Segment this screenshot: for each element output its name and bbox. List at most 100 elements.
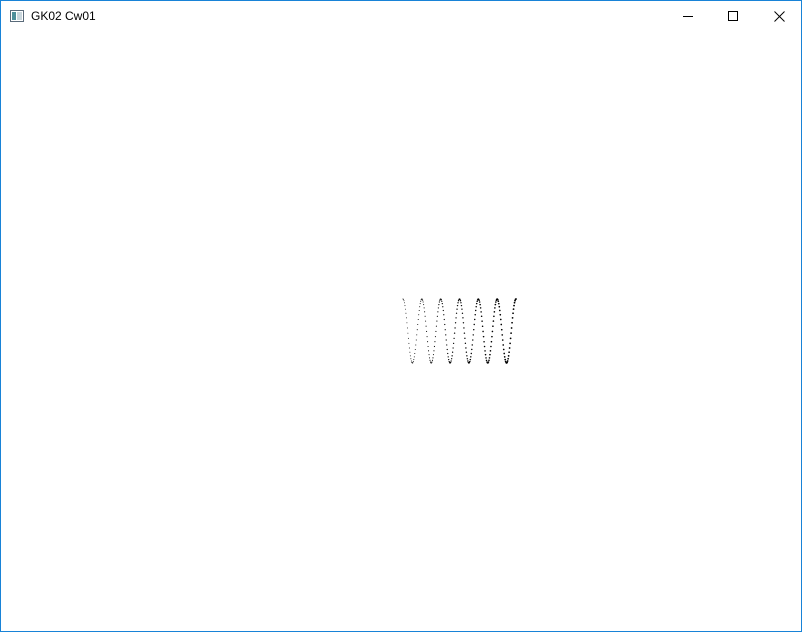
curve-point [443,314,445,316]
curve-point [483,345,486,348]
curve-point [434,336,437,338]
curve-point [461,308,463,310]
curve-point [447,356,449,358]
curve-point [488,357,491,359]
curve-point [461,312,464,314]
curve-point [473,318,476,321]
title-bar[interactable]: GK02 Cw01 [1,1,801,31]
curve-point [497,302,500,305]
curve-point [494,307,496,309]
curve-point [406,322,408,324]
curve-point [428,350,430,352]
curve-point [451,358,453,360]
curve-point [446,348,448,351]
curve-point [462,322,465,324]
curve-point [510,332,512,335]
curve-point [489,353,491,356]
curve-point [435,330,437,333]
curve-point [432,357,434,359]
curve-point [465,347,467,349]
curve-point [471,344,473,346]
curve-point [464,342,467,345]
curve-point [455,317,457,319]
curve-point [455,312,458,314]
curve-point [490,345,492,348]
curve-point [419,303,421,305]
curve-point [450,361,452,364]
curve-point [436,320,438,322]
curve-point [484,350,486,352]
curve-point [414,352,416,354]
curve-point [494,303,497,306]
curve-point [475,306,477,308]
curve-point [493,311,496,313]
curve-point [485,359,488,362]
curve-point [453,332,456,334]
curve-point [499,313,502,316]
curve-point [424,311,426,313]
curve-point [474,309,477,312]
curve-point [422,301,424,303]
curve-point [426,336,428,338]
curve-point [410,358,412,360]
curve-point [470,356,472,358]
curve-point [408,342,410,344]
curve-point [489,350,492,352]
curve-point [426,330,428,332]
window-title: GK02 Cw01 [31,9,96,23]
curve-point [463,332,466,334]
curve-point [490,340,493,343]
curve-point [454,322,457,324]
curve-point [503,356,506,358]
curve-point [460,302,462,304]
maximize-button[interactable] [710,1,756,31]
curve-point [491,335,493,338]
curve-point [472,334,474,336]
curve-point [500,323,503,326]
curve-point [429,359,431,361]
curve-point [473,328,475,331]
curve-point [417,323,419,325]
curve-point [501,339,504,341]
curve-point [469,360,471,363]
minimize-icon [683,16,693,17]
curve-point [437,311,439,313]
curve-point [503,352,506,355]
curve-point [459,298,461,301]
curve-point [482,335,485,338]
curve-point [487,361,490,363]
curve-point [444,323,446,326]
curve-point [498,305,501,308]
curve-point [437,307,439,309]
curve-point [418,309,420,311]
curve-point [482,330,484,333]
curve-point [502,344,505,346]
curve-point [441,300,443,302]
curve-point [511,316,514,319]
curve-point [456,304,459,307]
curve-point [409,351,411,353]
curve-point [492,320,495,322]
curve-point [453,337,455,340]
curve-point [403,300,405,302]
curve-point [463,327,465,329]
curve-point [441,303,443,305]
curve-point [479,303,481,306]
curve-point [512,312,514,315]
curve-point [425,325,427,327]
curve-point [510,327,513,329]
minimize-button[interactable] [665,1,711,31]
app-window: GK02 Cw01 [0,0,802,632]
curve-point [413,356,415,358]
curve-point [432,354,435,356]
curve-point [466,358,469,360]
curve-point [479,307,482,309]
close-button[interactable] [756,1,801,31]
curve-point [454,327,456,329]
curve-point [427,341,429,343]
curve-point [403,298,404,300]
client-area[interactable] [1,31,801,631]
curve-point [502,348,505,351]
curve-point [451,351,454,353]
curve-point [412,362,414,364]
